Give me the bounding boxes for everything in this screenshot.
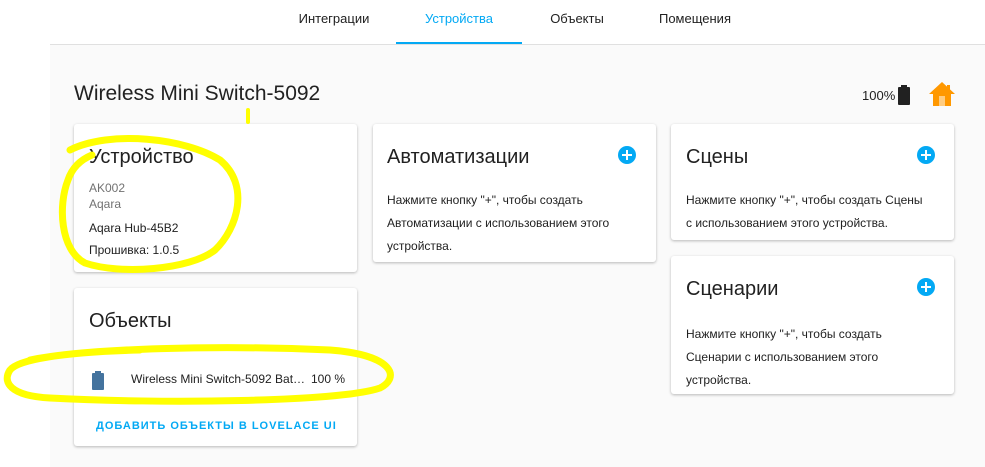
automations-hint-line1: Нажмите кнопку "+", чтобы создать (387, 193, 583, 207)
entity-row-name[interactable]: Wireless Mini Switch-5092 Bat… (131, 368, 305, 391)
tab-entities[interactable]: Объекты (548, 0, 606, 43)
add-script-icon[interactable] (917, 278, 935, 296)
battery-level-text: 100% (862, 88, 896, 103)
tab-bar: Интеграции Устройства Объекты Помещения (50, 0, 985, 45)
battery-icon (92, 371, 104, 390)
page-title: Wireless Mini Switch-5092 (74, 82, 321, 105)
scripts-card: Сценарии Нажмите кнопку "+", чтобы созда… (671, 256, 954, 394)
scenes-hint-line1: Нажмите кнопку "+", чтобы создать Сцены (686, 193, 923, 207)
automations-card-title: Автоматизации (387, 146, 530, 168)
home-icon[interactable] (928, 81, 956, 107)
scripts-hint-line2: Сценарии с использованием этого (686, 350, 879, 364)
device-firmware: Прошивка: 1.0.5 (89, 243, 180, 257)
tab-areas[interactable]: Помещения (658, 0, 732, 43)
device-info-card: Устройство AK002 Aqara Aqara Hub-45B2 Пр… (74, 124, 357, 272)
scenes-hint-line2: с использованием этого устройства. (686, 216, 888, 230)
tab-integrations[interactable]: Интеграции (297, 0, 371, 43)
add-automation-icon[interactable] (618, 146, 636, 164)
device-model: AK002 (89, 181, 126, 195)
entities-card-title: Объекты (89, 310, 172, 332)
automations-card: Автоматизации Нажмите кнопку "+", чтобы … (373, 124, 656, 262)
automations-hint-line3: устройства. (387, 239, 453, 253)
scripts-hint-line3: устройства. (686, 373, 752, 387)
automations-hint-line2: Автоматизации с использованием этого (387, 216, 610, 230)
entity-row-state: 100 % (311, 372, 346, 386)
scripts-card-title: Сценарии (686, 278, 779, 300)
device-manufacturer: Aqara (89, 197, 122, 211)
entities-card: Объекты Wireless Mini Switch-5092 Bat… 1… (74, 288, 357, 446)
add-scene-icon[interactable] (917, 146, 935, 164)
scenes-card: Сцены Нажмите кнопку "+", чтобы создать … (671, 124, 954, 240)
scripts-hint-line1: Нажмите кнопку "+", чтобы создать (686, 327, 882, 341)
battery-icon (898, 85, 910, 105)
add-to-lovelace-button[interactable]: ДОБАВИТЬ ОБЪЕКТЫ В LOVELACE UI (96, 420, 337, 432)
device-card-title: Устройство (89, 146, 194, 168)
scenes-card-title: Сцены (686, 146, 749, 168)
device-hub-link[interactable]: Aqara Hub-45B2 (89, 217, 178, 240)
tab-devices[interactable]: Устройства (396, 0, 522, 44)
